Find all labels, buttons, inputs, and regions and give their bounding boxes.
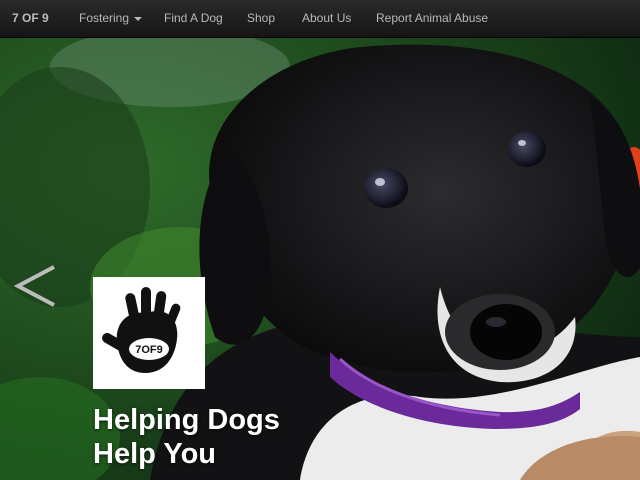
chevron-left-icon[interactable] — [12, 263, 58, 309]
nav-about-us[interactable]: About Us — [302, 0, 351, 37]
hero-carousel: 7OF9 Helping Dogs Help You — [0, 37, 640, 480]
hero-headline-line2: Help You — [93, 438, 216, 470]
nav-report-animal-abuse[interactable]: Report Animal Abuse — [376, 0, 488, 37]
logo-text: 7OF9 — [135, 344, 163, 356]
organization-logo: 7OF9 — [93, 277, 205, 389]
hero-headline-line1: Helping Dogs — [93, 404, 280, 436]
handprint-logo-icon: 7OF9 — [102, 287, 181, 373]
nav-shop[interactable]: Shop — [247, 0, 275, 37]
nav-fostering[interactable]: Fostering — [79, 0, 143, 37]
hero-headline: Helping Dogs Help You — [93, 403, 280, 471]
nav-find-a-dog[interactable]: Find A Dog — [164, 0, 223, 37]
nav-fostering-label: Fostering — [79, 11, 130, 25]
caret-down-icon — [134, 16, 143, 21]
top-navbar: 7 OF 9 Fostering Find A Dog Shop About U… — [0, 0, 640, 38]
brand-link[interactable]: 7 OF 9 — [12, 0, 49, 37]
